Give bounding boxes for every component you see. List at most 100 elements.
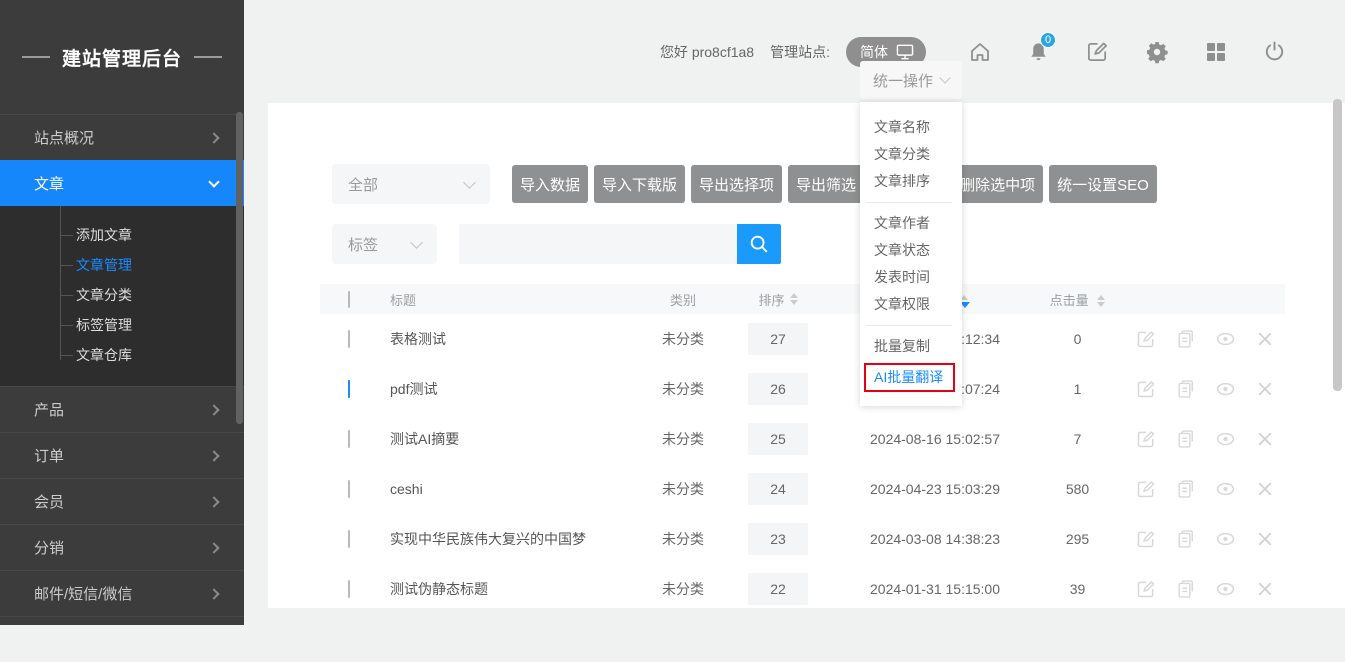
sort-arrows-icon	[790, 293, 798, 305]
row-checkbox[interactable]	[348, 380, 350, 398]
menu-item-batch-copy[interactable]: 批量复制	[860, 333, 962, 360]
submenu-item-add-article[interactable]: 添加文章	[0, 220, 244, 250]
delete-selected-button[interactable]: 删除选中项	[952, 165, 1043, 203]
article-title[interactable]: 表格测试	[366, 329, 640, 349]
delete-x-icon[interactable]	[1256, 529, 1274, 549]
row-checkbox[interactable]	[348, 480, 350, 498]
row-checkbox[interactable]	[348, 580, 350, 598]
submenu-item-tag-manage[interactable]: 标签管理	[0, 310, 244, 340]
category-filter-select[interactable]: 全部	[332, 164, 490, 204]
row-checkbox[interactable]	[348, 430, 350, 448]
menu-item-article-name[interactable]: 文章名称	[860, 114, 962, 141]
home-icon[interactable]	[950, 40, 1009, 64]
sort-order-field[interactable]: 22	[748, 573, 808, 605]
sidebar-item-label: 产品	[34, 399, 64, 420]
menu-divider	[866, 325, 952, 326]
import-data-button[interactable]: 导入数据	[512, 165, 588, 203]
edit-icon[interactable]	[1136, 329, 1156, 349]
row-checkbox[interactable]	[348, 330, 350, 348]
submenu-item-article-category[interactable]: 文章分类	[0, 280, 244, 310]
menu-item-article-permission[interactable]: 文章权限	[860, 291, 962, 318]
col-clicks[interactable]: 点击量	[1040, 290, 1115, 309]
sidebar-item-products[interactable]: 产品	[0, 386, 244, 432]
submenu-item-article-warehouse[interactable]: 文章仓库	[0, 340, 244, 370]
delete-x-icon[interactable]	[1256, 329, 1274, 349]
chevron-down-icon	[463, 176, 476, 189]
submenu-item-article-manage[interactable]: 文章管理	[0, 250, 244, 280]
select-all-checkbox[interactable]	[348, 291, 350, 308]
eye-icon[interactable]	[1215, 529, 1236, 549]
menu-item-publish-time[interactable]: 发表时间	[860, 264, 962, 291]
edit-icon[interactable]	[1136, 429, 1156, 449]
chevron-right-icon	[208, 542, 219, 553]
sort-order-field[interactable]: 25	[748, 423, 808, 455]
sidebar-item-site-overview[interactable]: 站点概况	[0, 114, 244, 160]
eye-icon[interactable]	[1215, 479, 1236, 499]
search-input[interactable]	[459, 224, 737, 264]
copy-icon[interactable]	[1176, 579, 1195, 599]
table-row: pdf测试 未分类 26 2024-08-27 10:07:24 1	[320, 364, 1285, 414]
edit-icon[interactable]	[1136, 579, 1156, 599]
copy-icon[interactable]	[1176, 479, 1195, 499]
article-title[interactable]: 测试伪静态标题	[366, 579, 640, 599]
article-title[interactable]: 实现中华民族伟大复兴的中国梦	[366, 529, 640, 549]
eye-icon[interactable]	[1215, 429, 1236, 449]
click-count: 580	[1040, 481, 1115, 497]
export-selected-button[interactable]: 导出选择项	[691, 165, 782, 203]
sort-order-field[interactable]: 26	[748, 373, 808, 405]
copy-icon[interactable]	[1176, 379, 1195, 399]
search-button[interactable]	[737, 224, 781, 264]
sidebar-item-articles[interactable]: 文章	[0, 160, 244, 206]
click-count: 1	[1040, 381, 1115, 397]
page-scrollbar[interactable]	[1333, 99, 1342, 391]
sort-order-field[interactable]: 23	[748, 523, 808, 555]
delete-x-icon[interactable]	[1256, 479, 1274, 499]
copy-icon[interactable]	[1176, 329, 1195, 349]
sidebar-item-distribution[interactable]: 分销	[0, 524, 244, 570]
sidebar-item-members[interactable]: 会员	[0, 478, 244, 524]
col-sort[interactable]: 排序	[726, 290, 830, 309]
article-title[interactable]: 测试AI摘要	[366, 429, 640, 449]
table-row: 实现中华民族伟大复兴的中国梦 未分类 23 2024-03-08 14:38:2…	[320, 514, 1285, 564]
table-row: ceshi 未分类 24 2024-04-23 15:03:29 580	[320, 464, 1285, 514]
delete-x-icon[interactable]	[1256, 579, 1274, 599]
article-title[interactable]: ceshi	[366, 481, 640, 497]
sidebar-item-label: 邮件/短信/微信	[34, 583, 132, 604]
row-checkbox[interactable]	[348, 530, 350, 548]
delete-x-icon[interactable]	[1256, 429, 1274, 449]
menu-item-article-category[interactable]: 文章分类	[860, 141, 962, 168]
gear-icon[interactable]	[1127, 40, 1186, 64]
import-download-button[interactable]: 导入下载版	[594, 165, 685, 203]
apps-grid-icon[interactable]	[1186, 41, 1245, 63]
bulk-action-button[interactable]: 统一操作	[860, 61, 962, 99]
sort-order-field[interactable]: 27	[748, 323, 808, 355]
sidebar-scrollbar[interactable]	[236, 112, 243, 424]
sidebar-item-mail-sms-wechat[interactable]: 邮件/短信/微信	[0, 570, 244, 616]
delete-x-icon[interactable]	[1256, 379, 1274, 399]
sort-order-field[interactable]: 24	[748, 473, 808, 505]
eye-icon[interactable]	[1215, 379, 1236, 399]
tag-filter-select[interactable]: 标签	[332, 224, 437, 264]
table-row: 测试AI摘要 未分类 25 2024-08-16 15:02:57 7	[320, 414, 1285, 464]
article-title[interactable]: pdf测试	[366, 379, 640, 399]
sidebar: 建站管理后台 站点概况 文章 添加文章 文章管理 文章分类 标签管理 文章仓库 …	[0, 0, 244, 625]
bell-icon[interactable]: 0	[1009, 40, 1068, 64]
copy-icon[interactable]	[1176, 529, 1195, 549]
category-filter-value: 全部	[348, 174, 378, 195]
power-icon[interactable]	[1245, 40, 1304, 63]
menu-item-article-sort[interactable]: 文章排序	[860, 168, 962, 195]
unified-seo-button[interactable]: 统一设置SEO	[1049, 165, 1157, 203]
click-count: 0	[1040, 331, 1115, 347]
edit-icon[interactable]	[1136, 529, 1156, 549]
menu-item-article-status[interactable]: 文章状态	[860, 237, 962, 264]
edit-icon[interactable]	[1068, 40, 1127, 63]
menu-item-ai-batch-translate[interactable]: AI批量翻译	[864, 363, 955, 392]
copy-icon[interactable]	[1176, 429, 1195, 449]
sidebar-item-orders[interactable]: 订单	[0, 432, 244, 478]
menu-item-article-author[interactable]: 文章作者	[860, 210, 962, 237]
export-filtered-button[interactable]: 导出筛选	[788, 165, 864, 203]
eye-icon[interactable]	[1215, 579, 1236, 599]
edit-icon[interactable]	[1136, 479, 1156, 499]
eye-icon[interactable]	[1215, 329, 1236, 349]
edit-icon[interactable]	[1136, 379, 1156, 399]
